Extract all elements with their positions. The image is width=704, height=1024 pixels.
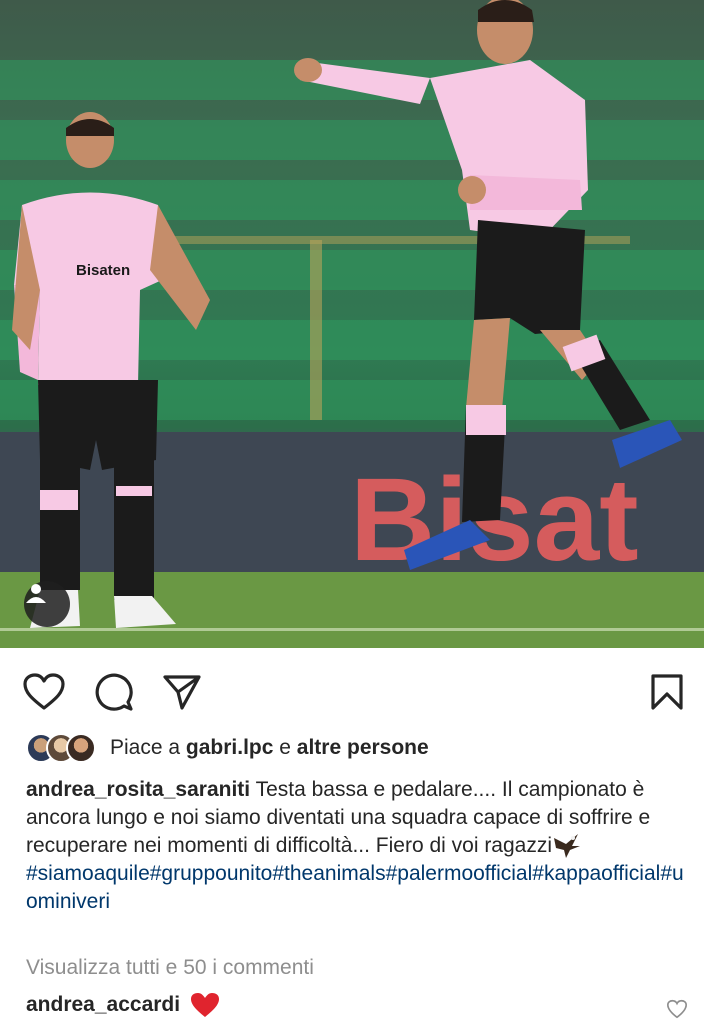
share-button[interactable] [160, 670, 204, 714]
user-tag-button[interactable] [24, 581, 70, 627]
eagle-icon [554, 834, 581, 858]
caption-username[interactable]: andrea_rosita_saraniti [26, 778, 250, 801]
red-heart-icon [191, 993, 220, 1017]
liker-avatars [26, 733, 96, 763]
post-photo[interactable]: Bisat Bisaten [0, 0, 704, 648]
paper-plane-icon [163, 675, 201, 710]
bookmark-icon [651, 674, 683, 710]
view-all-comments-link[interactable]: Visualizza tutti e 50 i commenti [26, 956, 314, 980]
top-comment: andrea_accardi [26, 992, 220, 1018]
like-button[interactable] [22, 670, 66, 714]
post-caption: andrea_rosita_saraniti Testa bassa e ped… [26, 776, 686, 916]
heart-outline-icon [23, 673, 65, 710]
likes-prefix: Piace a [110, 736, 181, 759]
likes-summary[interactable]: Piace a gabri.lpc e altre persone [26, 730, 429, 766]
likes-conjunction: e [279, 736, 291, 759]
person-icon [26, 584, 46, 603]
speech-bubble-icon [95, 673, 133, 711]
likes-others[interactable]: altre persone [297, 736, 429, 759]
post-action-bar [0, 660, 704, 720]
liker-username[interactable]: gabri.lpc [186, 736, 274, 759]
avatar [66, 733, 96, 763]
save-button[interactable] [645, 670, 689, 714]
likes-text: Piace a gabri.lpc e altre persone [110, 736, 429, 760]
photo-illustration: Bisat Bisaten [0, 0, 704, 648]
caption-hashtags[interactable]: #siamoaquile#gruppounito#theanimals#pale… [26, 862, 684, 913]
comment-button[interactable] [92, 670, 136, 714]
svg-text:Bisaten: Bisaten [76, 262, 130, 279]
comment-like-heart-icon[interactable] [666, 998, 688, 1020]
comment-username[interactable]: andrea_accardi [26, 993, 180, 1017]
